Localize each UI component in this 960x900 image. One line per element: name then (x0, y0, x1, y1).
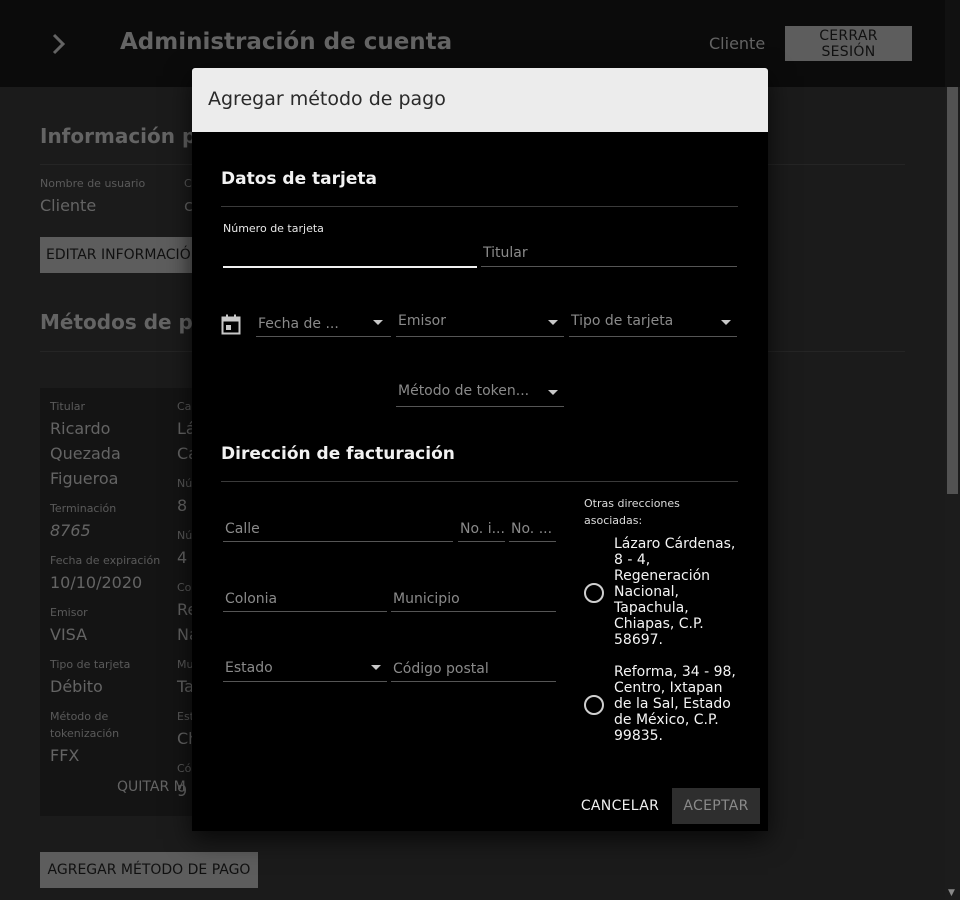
exterior-number-field[interactable]: No. i... (458, 516, 505, 542)
expiry-placeholder: Fecha de ... (258, 316, 339, 332)
chevron-down-icon (721, 320, 731, 325)
interior-number-field[interactable]: No. ... (509, 516, 556, 542)
card-type-placeholder: Tipo de tarjeta (571, 313, 674, 329)
holder-placeholder: Titular (483, 245, 528, 261)
state-placeholder: Estado (225, 660, 273, 676)
address-radio-1[interactable] (584, 583, 604, 603)
address-option-1[interactable]: Lázaro Cárdenas, 8 - 4, Regeneración Nac… (614, 536, 744, 648)
address-option-2[interactable]: Reforma, 34 - 98, Centro, Ixtapan de la … (614, 664, 744, 744)
municipio-field[interactable]: Municipio (391, 586, 556, 612)
chevron-down-icon (371, 665, 381, 670)
colonia-field[interactable]: Colonia (223, 586, 387, 612)
other-addresses-label: Otras direcciones asociadas: (584, 497, 680, 527)
chevron-down-icon (548, 390, 558, 395)
colonia-placeholder: Colonia (225, 591, 278, 607)
add-payment-method-dialog: Agregar método de pago Datos de tarjeta … (192, 68, 768, 831)
card-number-label: Número de tarjeta (223, 222, 324, 235)
billing-address-section-title: Dirección de facturación (221, 444, 455, 464)
card-number-field[interactable]: Número de tarjeta (223, 222, 477, 268)
expiry-date-select[interactable]: Fecha de ... (256, 308, 391, 337)
scroll-down-arrow-icon[interactable]: ▼ (948, 888, 955, 898)
holder-field[interactable]: Titular (481, 238, 737, 267)
interior-number-placeholder: No. ... (511, 521, 553, 537)
scrollbar[interactable]: ▼ (945, 87, 960, 900)
address-radio-2[interactable] (584, 695, 604, 715)
issuer-placeholder: Emisor (398, 313, 446, 329)
exterior-number-placeholder: No. i... (460, 521, 505, 537)
scrollbar-thumb[interactable] (947, 87, 958, 494)
cancel-button[interactable]: CANCELAR (570, 788, 670, 824)
state-select[interactable]: Estado (223, 653, 387, 682)
tokenization-placeholder: Método de token... (398, 383, 530, 399)
street-field[interactable]: Calle (223, 516, 453, 542)
chevron-down-icon (373, 320, 383, 325)
street-placeholder: Calle (225, 521, 260, 537)
postal-code-field[interactable]: Código postal (391, 656, 556, 682)
chevron-down-icon (548, 320, 558, 325)
tokenization-method-select[interactable]: Método de token... (396, 378, 564, 407)
card-type-select[interactable]: Tipo de tarjeta (569, 308, 737, 337)
accept-button[interactable]: ACEPTAR (672, 788, 760, 824)
dialog-header: Agregar método de pago (192, 68, 768, 132)
divider (221, 206, 738, 207)
card-data-section-title: Datos de tarjeta (221, 169, 377, 189)
dialog-title: Agregar método de pago (208, 88, 446, 110)
municipio-placeholder: Municipio (393, 591, 460, 607)
divider (221, 481, 738, 482)
postal-code-placeholder: Código postal (393, 661, 489, 677)
issuer-select[interactable]: Emisor (396, 308, 564, 337)
calendar-icon[interactable] (221, 314, 241, 336)
